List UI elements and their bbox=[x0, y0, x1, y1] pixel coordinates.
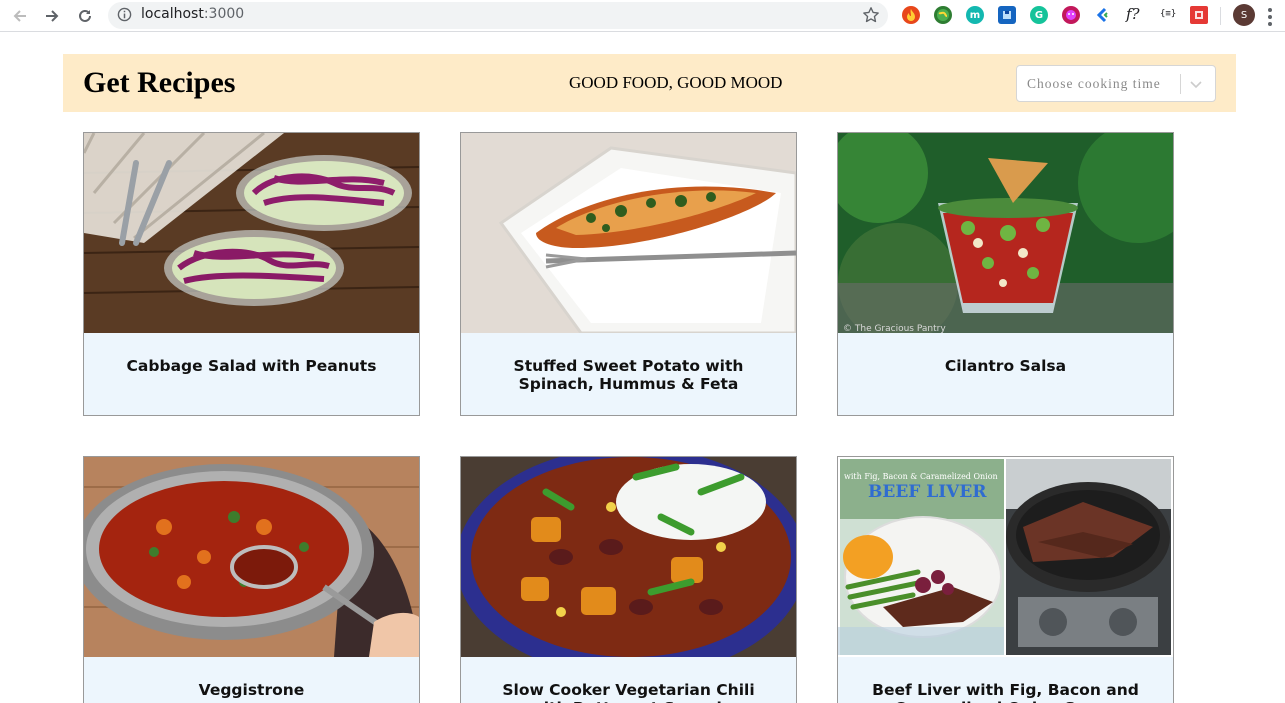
liver-banner: BEEF LIVER bbox=[868, 482, 987, 502]
recipe-card[interactable]: Slow Cooker Vegetarian Chili with Butter… bbox=[460, 456, 797, 703]
toolbar-divider bbox=[1220, 7, 1221, 25]
k-extension-icon[interactable] bbox=[1094, 6, 1112, 24]
recipe-image-stuffed-sweet-potato bbox=[461, 133, 796, 333]
f-extension-icon[interactable]: f? bbox=[1126, 5, 1140, 23]
forward-arrow-icon[interactable] bbox=[40, 4, 64, 28]
recipe-title[interactable]: Beef Liver with Fig, Bacon and Carameliz… bbox=[838, 657, 1173, 703]
salsa-watermark: © The Gracious Pantry bbox=[843, 324, 946, 333]
url-text: localhost:3000 bbox=[141, 6, 244, 22]
chevron-down-icon[interactable] bbox=[1189, 77, 1203, 91]
select-separator bbox=[1180, 74, 1181, 94]
page-title: Get Recipes bbox=[83, 66, 236, 99]
recipe-title[interactable]: Cilantro Salsa bbox=[838, 333, 1173, 375]
fire-extension-icon[interactable] bbox=[902, 6, 920, 24]
recipe-image-cilantro-salsa: © The Gracious Pantry bbox=[838, 133, 1173, 333]
recipe-image-veggistrone bbox=[84, 457, 419, 657]
address-bar[interactable]: localhost:3000 bbox=[108, 2, 888, 29]
cooking-time-placeholder: Choose cooking time bbox=[1027, 76, 1161, 91]
tagline: GOOD FOOD, GOOD MOOD bbox=[569, 73, 783, 92]
url-host: localhost bbox=[141, 6, 204, 22]
recipe-title[interactable]: Cabbage Salad with Peanuts bbox=[84, 333, 419, 375]
save-extension-icon[interactable] bbox=[998, 6, 1016, 24]
recipe-card[interactable]: Cabbage Salad with Peanuts bbox=[83, 132, 420, 416]
recipe-image-vegetarian-chili bbox=[461, 457, 796, 657]
globe-extension-icon[interactable] bbox=[934, 6, 952, 24]
url-port: :3000 bbox=[203, 6, 245, 22]
recipe-card[interactable]: © The Gracious Pantry Cilantro Salsa bbox=[837, 132, 1174, 416]
site-info-icon[interactable] bbox=[117, 7, 132, 22]
profile-avatar[interactable]: S bbox=[1233, 4, 1255, 26]
bookmark-star-icon[interactable] bbox=[862, 6, 880, 24]
app-header: Get Recipes GOOD FOOD, GOOD MOOD Choose … bbox=[63, 54, 1236, 112]
recipe-title[interactable]: Slow Cooker Vegetarian Chili with Butter… bbox=[461, 657, 796, 703]
face-extension-icon[interactable] bbox=[1062, 6, 1080, 24]
reload-icon[interactable] bbox=[73, 4, 97, 28]
recipe-image-beef-liver: with Fig, Bacon & Caramelized Onion BEEF… bbox=[838, 457, 1173, 657]
grammarly-extension-icon[interactable]: G bbox=[1030, 6, 1048, 24]
liver-subbanner: with Fig, Bacon & Caramelized Onion bbox=[844, 472, 998, 481]
recipe-card[interactable]: Veggistrone bbox=[83, 456, 420, 703]
cooking-time-select[interactable]: Choose cooking time bbox=[1016, 65, 1216, 102]
recipe-image-cabbage-salad bbox=[84, 133, 419, 333]
m-extension-icon[interactable]: m bbox=[966, 6, 984, 24]
recipe-card[interactable]: Stuffed Sweet Potato with Spinach, Hummu… bbox=[460, 132, 797, 416]
recipe-title[interactable]: Stuffed Sweet Potato with Spinach, Hummu… bbox=[461, 333, 796, 393]
json-extension-icon[interactable]: {≡} bbox=[1160, 9, 1176, 19]
recipe-card[interactable]: with Fig, Bacon & Caramelized Onion BEEF… bbox=[837, 456, 1174, 703]
browser-menu-icon[interactable] bbox=[1268, 8, 1272, 26]
back-arrow-icon[interactable] bbox=[8, 4, 32, 28]
browser-toolbar: localhost:3000 m G f? {≡} S bbox=[0, 0, 1285, 32]
recipe-title[interactable]: Veggistrone bbox=[84, 657, 419, 699]
red-extension-icon[interactable] bbox=[1190, 6, 1208, 24]
